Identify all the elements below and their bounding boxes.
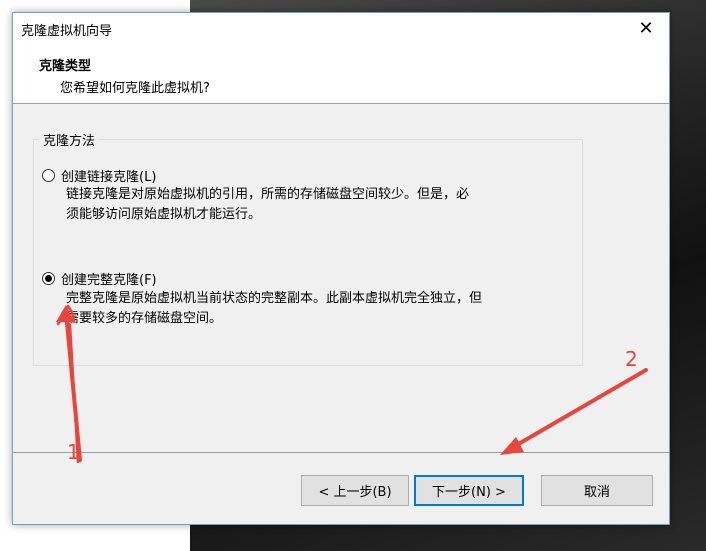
- title-bar: 克隆虚拟机向导 ✕: [13, 13, 669, 44]
- linked-clone-option[interactable]: 创建链接克隆(L): [42, 166, 156, 185]
- next-button[interactable]: 下一步(N) >: [414, 475, 524, 506]
- full-clone-description: 完整克隆是原始虚拟机当前状态的完整副本。此副本虚拟机完全独立，但 需要较多的存储…: [66, 289, 566, 329]
- full-clone-radio[interactable]: [42, 272, 55, 285]
- linked-clone-label: 创建链接克隆(L): [61, 170, 157, 185]
- close-icon: ✕: [638, 18, 654, 39]
- full-clone-description-line2: 需要较多的存储磁盘空间。: [66, 311, 223, 326]
- close-button[interactable]: ✕: [623, 13, 669, 44]
- cancel-button[interactable]: 取消: [541, 475, 653, 506]
- linked-clone-description-line1: 链接克隆是对原始虚拟机的引用，所需的存储磁盘空间较少。但是，必: [66, 187, 470, 202]
- window-title: 克隆虚拟机向导: [21, 24, 113, 39]
- linked-clone-radio[interactable]: [42, 169, 55, 182]
- footer-separator: [13, 452, 669, 453]
- linked-clone-description: 链接克隆是对原始虚拟机的引用，所需的存储磁盘空间较少。但是，必 须能够访问原始虚…: [66, 185, 566, 225]
- page-subtitle: 您希望如何克隆此虚拟机?: [60, 81, 210, 96]
- linked-clone-description-line2: 须能够访问原始虚拟机才能运行。: [66, 207, 262, 222]
- annotation-number-2: 2: [625, 347, 638, 371]
- clone-method-group-label: 克隆方法: [39, 130, 100, 149]
- annotation-number-1: 1: [67, 440, 80, 464]
- wizard-header: 克隆类型 您希望如何克隆此虚拟机?: [13, 44, 669, 104]
- full-clone-option[interactable]: 创建完整克隆(F): [42, 269, 157, 288]
- back-button[interactable]: < 上一步(B): [301, 475, 409, 506]
- full-clone-description-line1: 完整克隆是原始虚拟机当前状态的完整副本。此副本虚拟机完全独立，但: [66, 291, 483, 306]
- clone-wizard-dialog: 克隆虚拟机向导 ✕ 克隆类型 您希望如何克隆此虚拟机? 克隆方法 创建链接克隆(…: [12, 12, 670, 525]
- page-title: 克隆类型: [39, 59, 92, 74]
- full-clone-label: 创建完整克隆(F): [61, 273, 157, 288]
